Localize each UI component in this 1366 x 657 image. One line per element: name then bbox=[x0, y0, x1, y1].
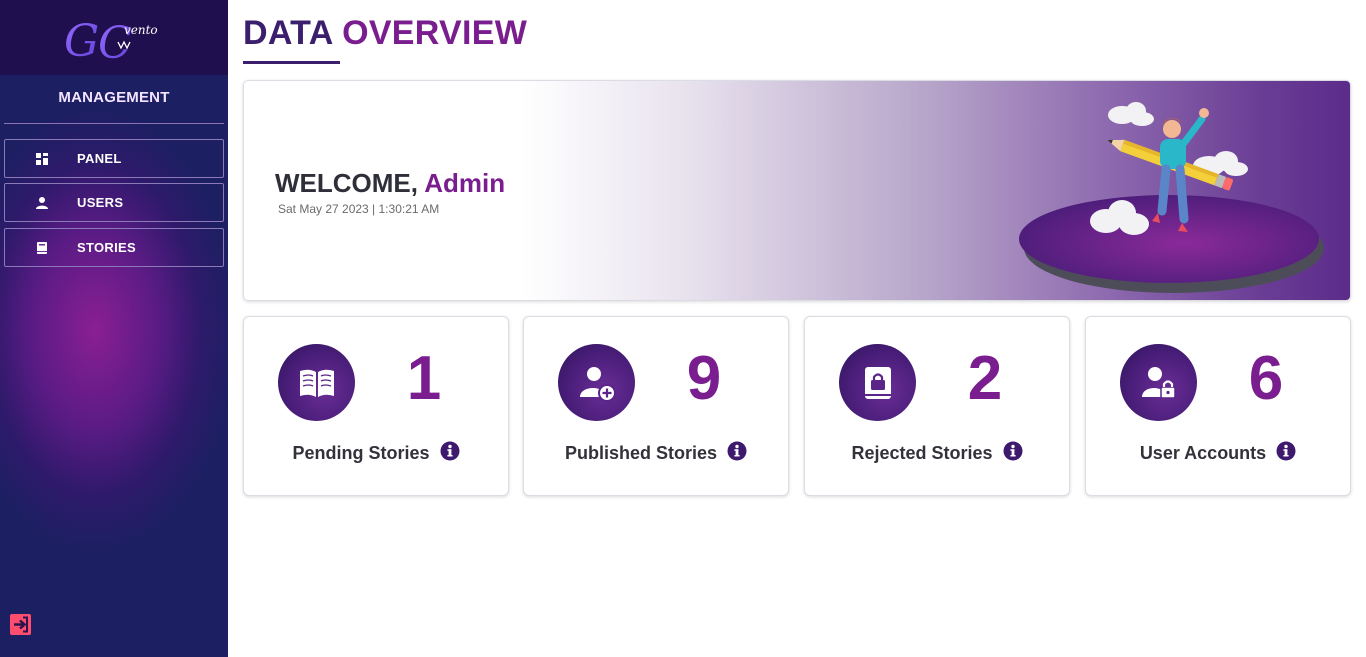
welcome-greeting: WELCOME, bbox=[275, 168, 418, 198]
welcome-user-name: Admin bbox=[424, 168, 506, 198]
page-title-part1: DATA bbox=[243, 14, 333, 52]
stat-card-rejected-stories: 2 Rejected Stories bbox=[804, 316, 1070, 496]
info-icon[interactable] bbox=[727, 441, 747, 461]
brand-logo[interactable]: G C vento bbox=[62, 12, 172, 64]
info-icon[interactable] bbox=[440, 441, 460, 461]
sidebar-item-stories[interactable]: STORIES bbox=[4, 228, 224, 267]
logout-icon[interactable] bbox=[10, 614, 31, 635]
current-datetime: Sat May 27 2023 | 1:30:21 AM bbox=[278, 202, 440, 216]
svg-text:vento: vento bbox=[124, 23, 158, 37]
welcome-heading: WELCOME, Admin bbox=[275, 168, 505, 199]
stat-icon-circle bbox=[278, 344, 355, 421]
book-icon bbox=[37, 242, 47, 254]
stat-label-text: Pending Stories bbox=[292, 443, 430, 463]
stat-icon-circle bbox=[558, 344, 635, 421]
page-title-part2: OVERVIEW bbox=[342, 14, 528, 52]
info-icon[interactable] bbox=[1276, 441, 1296, 461]
info-icon[interactable] bbox=[1003, 441, 1023, 461]
stat-icon-circle bbox=[1120, 344, 1197, 421]
sidebar-item-users[interactable]: USERS bbox=[4, 183, 224, 222]
locked-book-icon bbox=[865, 367, 891, 399]
stat-label-text: Rejected Stories bbox=[851, 443, 993, 463]
stat-card-pending-stories: 1 Pending Stories bbox=[243, 316, 509, 496]
stat-card-user-accounts: 6 User Accounts bbox=[1085, 316, 1351, 496]
stat-value: 1 bbox=[406, 344, 442, 413]
sidebar-item-panel[interactable]: PANEL bbox=[4, 139, 224, 178]
stat-card-published-stories: 9 Published Stories bbox=[523, 316, 789, 496]
page-title: DATA OVERVIEW bbox=[243, 14, 527, 53]
stat-value: 2 bbox=[967, 344, 1003, 413]
sidebar-divider bbox=[4, 123, 224, 124]
stat-label: Pending Stories bbox=[244, 441, 508, 464]
sidebar-item-label: STORIES bbox=[77, 240, 136, 255]
stat-icon-circle bbox=[839, 344, 916, 421]
svg-text:G: G bbox=[64, 16, 99, 64]
welcome-illustration bbox=[1019, 102, 1324, 293]
open-book-icon bbox=[300, 369, 334, 397]
sidebar: G C vento MANAGEMENT PANEL USERS STORIES bbox=[0, 0, 228, 657]
user-lock-icon bbox=[1142, 367, 1176, 399]
title-underline bbox=[243, 61, 340, 64]
stat-label: User Accounts bbox=[1086, 441, 1350, 464]
welcome-banner: WELCOME, Admin Sat May 27 2023 | 1:30:21… bbox=[243, 80, 1351, 301]
sidebar-item-label: PANEL bbox=[77, 151, 122, 166]
stat-label: Rejected Stories bbox=[805, 441, 1069, 464]
sidebar-heading: MANAGEMENT bbox=[58, 89, 170, 106]
stat-value: 6 bbox=[1248, 344, 1284, 413]
stat-label: Published Stories bbox=[524, 441, 788, 464]
user-icon bbox=[36, 197, 48, 209]
sidebar-item-label: USERS bbox=[77, 195, 124, 210]
grid-icon bbox=[36, 153, 48, 165]
logo-bar: G C vento bbox=[0, 0, 228, 75]
stat-label-text: Published Stories bbox=[564, 443, 718, 463]
stat-value: 9 bbox=[686, 344, 722, 413]
add-user-icon bbox=[580, 367, 616, 402]
stat-label-text: User Accounts bbox=[1139, 443, 1267, 463]
